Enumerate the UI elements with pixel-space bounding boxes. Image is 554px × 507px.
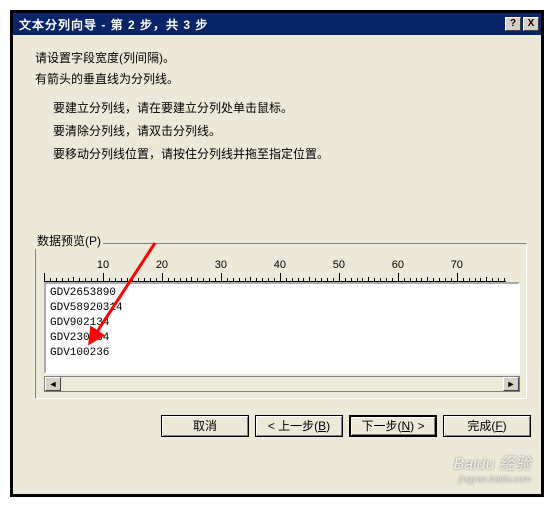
window-title: 文本分列向导 - 第 2 步，共 3 步 [19, 16, 208, 33]
instruction-text: 有箭头的垂直线为分列线。 [35, 70, 527, 87]
help-icon[interactable]: ? [505, 17, 521, 31]
preview-row: GDV230164 [50, 331, 514, 346]
horizontal-scrollbar[interactable]: ◄ ► [44, 376, 520, 392]
data-preview-area[interactable]: GDV2653890GDV58920314GDV902134GDV230164G… [44, 282, 520, 374]
instruction-text: 要移动分列线位置，请按住分列线并拖至指定位置。 [53, 145, 527, 162]
back-button[interactable]: < 上一步(B) [255, 415, 343, 437]
scroll-left-icon[interactable]: ◄ [45, 377, 61, 391]
titlebar-controls: ? X [505, 17, 539, 31]
screenshot-frame: 文本分列向导 - 第 2 步，共 3 步 ? X 请设置字段宽度(列间隔)。 有… [0, 0, 554, 507]
finish-button[interactable]: 完成(F) [443, 415, 531, 437]
data-preview-box: 10 20 30 40 50 60 70 GDV2653890GDV58920314GDV9… [35, 243, 527, 399]
close-icon[interactable]: X [523, 17, 539, 31]
titlebar: 文本分列向导 - 第 2 步，共 3 步 ? X [13, 13, 541, 35]
dialog-window: 文本分列向导 - 第 2 步，共 3 步 ? X 请设置字段宽度(列间隔)。 有… [10, 10, 544, 497]
scroll-right-icon[interactable]: ► [503, 377, 519, 391]
ruler-tick-label: 40 [274, 259, 286, 271]
preview-row: GDV58920314 [50, 301, 514, 316]
dialog-body: 请设置字段宽度(列间隔)。 有箭头的垂直线为分列线。 要建立分列线，请在要建立分… [13, 35, 541, 407]
ruler[interactable]: 10 20 30 40 50 60 70 [44, 254, 520, 282]
ruler-tick-label: 60 [392, 259, 404, 271]
ruler-tick-label: 10 [97, 259, 109, 271]
instruction-text: 请设置字段宽度(列间隔)。 [35, 49, 527, 66]
ruler-tick-label: 70 [451, 259, 463, 271]
watermark: Baidu 经验 jingyan.baidu.com [454, 450, 531, 484]
data-preview-label: 数据预览(P) [35, 232, 103, 249]
preview-row: GDV902134 [50, 316, 514, 331]
ruler-tick-label: 30 [215, 259, 227, 271]
instruction-text: 要建立分列线，请在要建立分列处单击鼠标。 [53, 99, 527, 116]
preview-row: GDV2653890 [50, 286, 514, 301]
cancel-button[interactable]: 取消 [161, 415, 249, 437]
button-row: 取消 < 上一步(B) 下一步(N) > 完成(F) [13, 407, 541, 443]
next-button[interactable]: 下一步(N) > [349, 415, 437, 437]
sub-instructions: 要建立分列线，请在要建立分列处单击鼠标。 要清除分列线，请双击分列线。 要移动分… [53, 99, 527, 162]
ruler-tick-label: 50 [333, 259, 345, 271]
instruction-text: 要清除分列线，请双击分列线。 [53, 122, 527, 139]
data-preview-group: 数据预览(P) 10 20 30 40 50 60 70 GDV2653890GDV5892… [35, 232, 527, 399]
ruler-tick-label: 20 [156, 259, 168, 271]
preview-row: GDV100236 [50, 346, 514, 361]
